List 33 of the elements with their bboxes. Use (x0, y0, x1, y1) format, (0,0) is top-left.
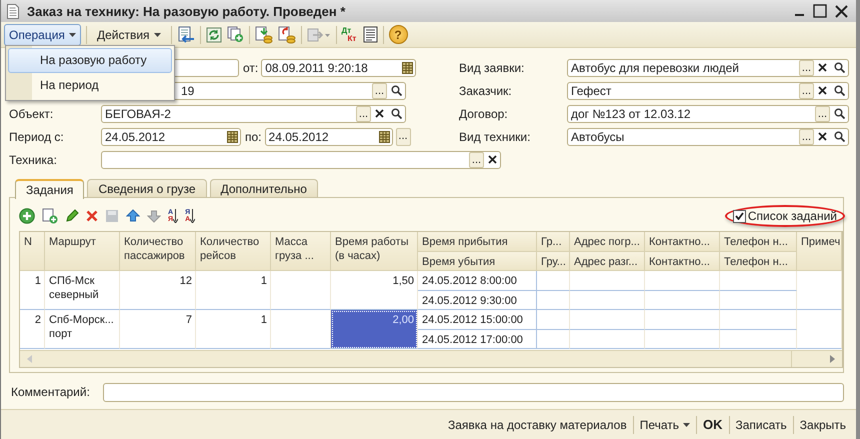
field-value: 08.09.2011 9:20:18 (265, 60, 369, 74)
field-value: Автобусы (571, 130, 626, 144)
table-cell: 24.05.2012 9:30:00 (418, 290, 537, 310)
table-cell: 1 (20, 271, 45, 310)
field-value: БЕГОВАЯ-2 (105, 106, 172, 120)
table-cell: 1 (196, 271, 271, 310)
field-value: 24.05.2012 (268, 130, 330, 144)
window-title: Заказ на технику: На разовую работу. Проведен * (27, 4, 346, 18)
field-label: Договор: (459, 106, 509, 120)
field-label: от: (243, 60, 258, 74)
field-label: по: (245, 130, 262, 144)
field-value: Автобус для перевозки людей (571, 60, 740, 74)
table-cell: 24.05.2012 8:00:00 (418, 271, 537, 290)
field-label: Комментарий: (10, 385, 91, 399)
field-label: Вид заявки: (459, 60, 526, 74)
field-label: Период с: (9, 130, 64, 144)
table-cell: 24.05.2012 17:00:00 (418, 330, 537, 349)
table-cell: СПб-Мск северный (45, 271, 120, 310)
field-label: Заказчик: (459, 84, 513, 98)
field-value: Гефест (571, 84, 612, 98)
table-cell: 7 (120, 310, 196, 349)
table-cell: 2 (20, 310, 45, 349)
table-cell: Спб-Морск... порт (45, 310, 120, 349)
field-value: 24.05.2012 (105, 130, 166, 144)
field-value: дог №123 от 12.03.12 (571, 106, 692, 120)
table-cell: 1 (196, 310, 271, 349)
table-cell: 12 (120, 271, 196, 310)
field-label: Вид техники: (459, 130, 532, 144)
field-value: 19 (180, 84, 196, 98)
field-label: Объект: (9, 106, 54, 120)
checkbox-label: Список заданий (748, 209, 837, 223)
table-cell: 24.05.2012 15:00:00 (418, 310, 537, 330)
field-label: Техника: (9, 152, 57, 166)
